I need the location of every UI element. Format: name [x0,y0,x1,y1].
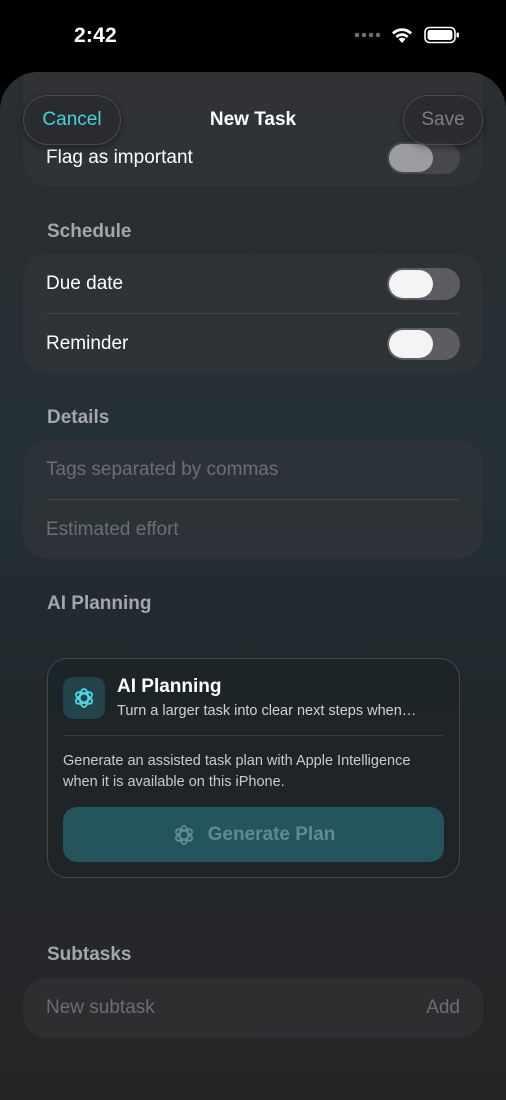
add-subtask-button[interactable]: Add [426,997,460,1019]
reminder-toggle[interactable] [387,327,460,360]
due-date-label: Due date [46,272,124,294]
ai-card-subtitle: Turn a larger task into clear next steps… [117,703,417,719]
ai-card-description: Generate an assisted task plan with Appl… [63,753,411,790]
schedule-group: Due date Reminder [23,254,483,373]
details-header: Details [47,407,110,428]
ai-planning-card: AI Planning Turn a larger task into clea… [47,658,460,878]
status-bar: 2:42 [0,0,506,72]
reminder-label: Reminder [46,332,129,354]
ai-card-divider [63,735,444,736]
new-subtask-input[interactable]: New subtask [46,997,155,1019]
reminder-row[interactable]: Reminder [46,314,460,373]
ai-icon-box [63,677,105,719]
subtasks-header: Subtasks [47,944,132,965]
schedule-header: Schedule [47,221,132,242]
save-button[interactable]: Save [403,95,483,145]
wifi-icon [392,28,412,43]
ai-planning-header: AI Planning [47,593,152,614]
details-group: Tags separated by commas Estimated effor… [23,440,483,559]
generate-plan-button[interactable]: Generate Plan [63,807,444,862]
flag-important-toggle[interactable] [387,141,460,174]
status-time: 2:42 [74,24,117,47]
sparkle-flower-icon [75,688,93,708]
due-date-toggle[interactable] [387,267,460,300]
new-subtask-row: New subtask Add [46,978,460,1037]
signal-dots-icon [354,32,380,38]
battery-icon [424,26,459,44]
ai-card-title: AI Planning [117,676,222,697]
subtasks-group: New subtask Add [23,978,483,1038]
flag-important-label: Flag as important [46,146,193,168]
status-icons [354,26,460,44]
due-date-row[interactable]: Due date [46,254,460,313]
new-task-sheet: Flag as important Cancel New Task Save S… [0,72,506,1100]
effort-field[interactable]: Estimated effort [46,500,460,559]
sparkle-flower-icon [174,824,193,845]
generate-plan-label: Generate Plan [207,823,336,845]
tags-field[interactable]: Tags separated by commas [46,440,460,499]
